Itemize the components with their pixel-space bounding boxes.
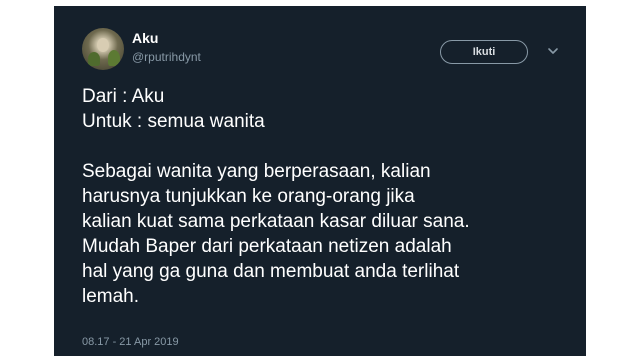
tweet-line: Sebagai wanita yang berperasaan, kalian bbox=[82, 161, 431, 182]
chevron-down-icon[interactable] bbox=[546, 44, 560, 58]
tweet-timestamp[interactable]: 08.17 - 21 Apr 2019 bbox=[82, 336, 179, 348]
tweet-card: Aku @rputrihdynt Ikuti Dari : Aku Untuk … bbox=[54, 6, 586, 356]
author-handle[interactable]: @rputrihdynt bbox=[132, 50, 201, 64]
tweet-line: harusnya tunjukkan ke orang-orang jika bbox=[82, 186, 415, 207]
tweet-line: hal yang ga guna dan membuat anda terlih… bbox=[82, 261, 460, 282]
tweet-text: Dari : Aku Untuk : semua wanita Sebagai … bbox=[82, 84, 572, 309]
tweet-line: Mudah Baper dari perkataan netizen adala… bbox=[82, 236, 452, 257]
author-name[interactable]: Aku bbox=[132, 30, 158, 46]
tweet-line: Untuk : semua wanita bbox=[82, 111, 265, 132]
follow-button[interactable]: Ikuti bbox=[440, 40, 528, 64]
tweet-line: Dari : Aku bbox=[82, 86, 165, 107]
avatar[interactable] bbox=[82, 28, 124, 70]
tweet-line: lemah. bbox=[82, 286, 140, 307]
tweet-line: kalian kuat sama perkataan kasar diluar … bbox=[82, 211, 470, 232]
